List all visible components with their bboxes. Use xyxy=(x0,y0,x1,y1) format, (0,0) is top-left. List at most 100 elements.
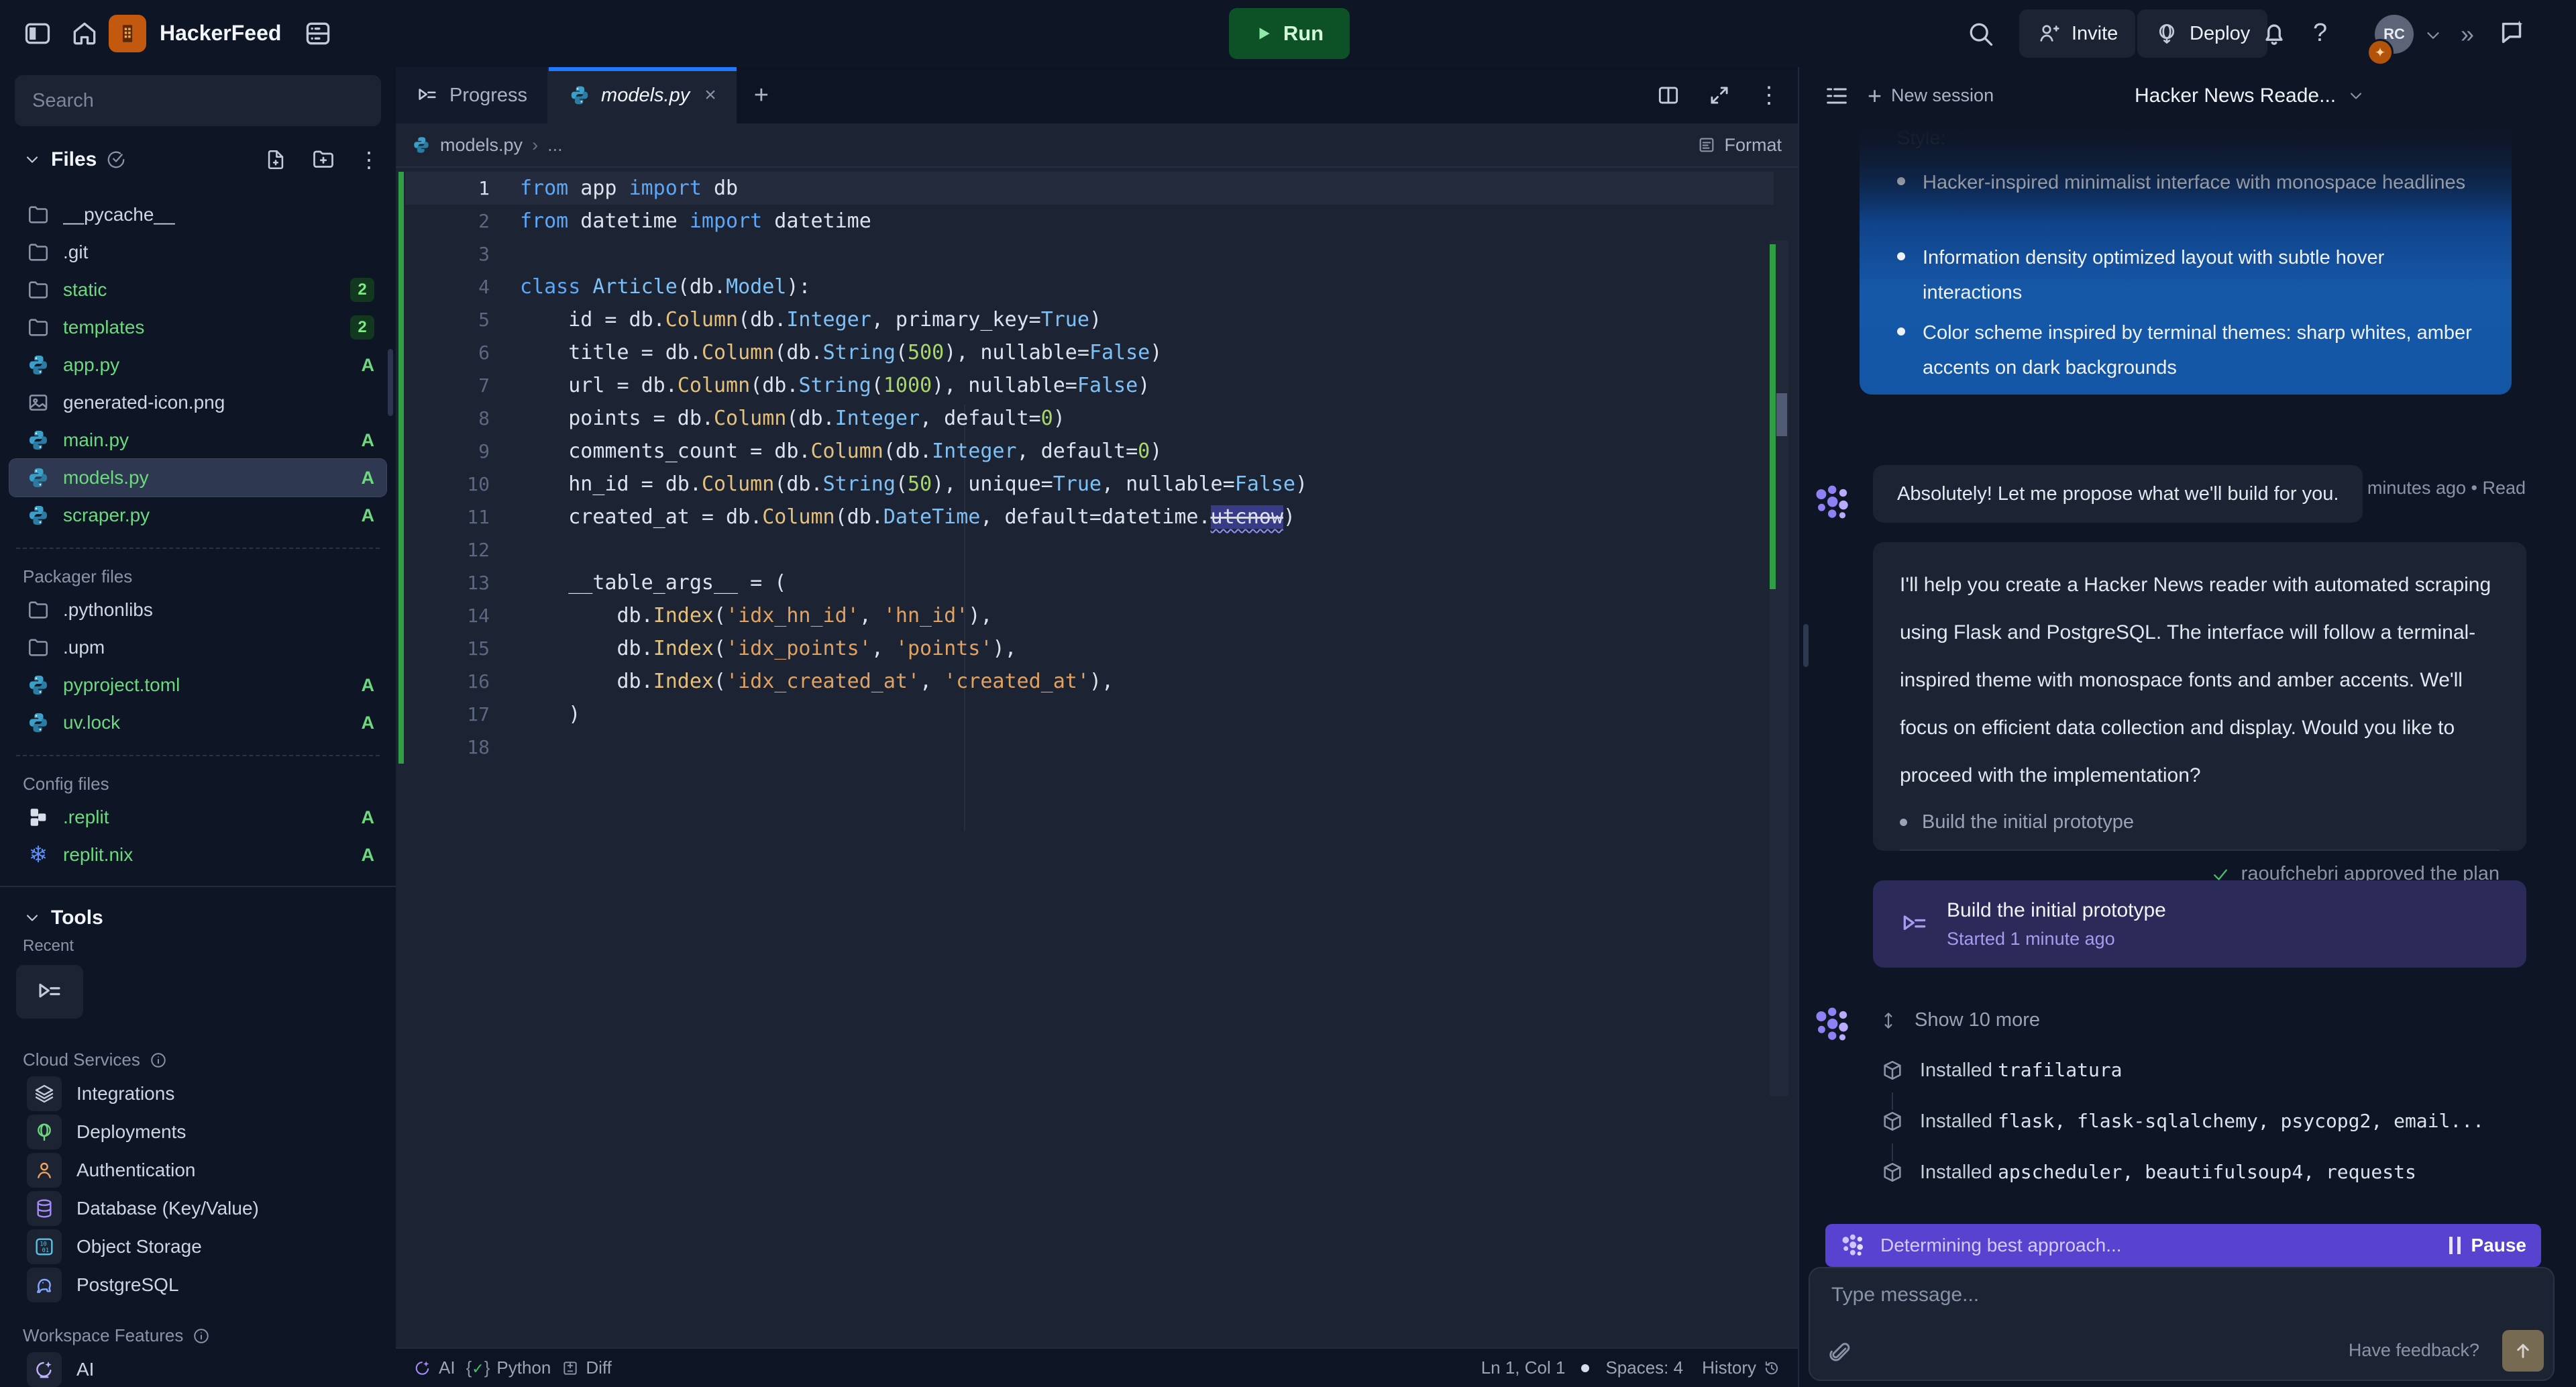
new-chat-icon[interactable] xyxy=(2497,17,2528,48)
show-more-button[interactable]: Show 10 more xyxy=(1878,1009,2040,1031)
breadcrumb-more[interactable]: ... xyxy=(547,135,563,156)
file-row[interactable]: app.py A xyxy=(9,346,386,384)
help-icon[interactable]: ? xyxy=(2313,19,2327,48)
split-pane-icon[interactable] xyxy=(1656,83,1681,108)
code-line[interactable]: 9 comments_count = db.Column(db.Integer,… xyxy=(396,435,1798,468)
code-line[interactable]: 17 ) xyxy=(396,698,1798,731)
chat-message-input[interactable] xyxy=(1830,1283,2436,1307)
status-diff[interactable]: Diff xyxy=(561,1357,612,1378)
search-input[interactable] xyxy=(15,90,381,112)
info-icon[interactable] xyxy=(150,1051,167,1069)
home-icon[interactable] xyxy=(70,19,99,48)
attach-paperclip-icon[interactable] xyxy=(1827,1341,1853,1366)
code-line[interactable]: 1from app import db xyxy=(396,172,1798,205)
tools-section-header[interactable]: Tools xyxy=(0,899,396,937)
new-session-button[interactable]: + New session xyxy=(1868,82,1994,110)
code-line[interactable]: 18 xyxy=(396,731,1798,764)
collapse-panel-icon[interactable]: » xyxy=(2461,20,2474,48)
tool-object-storage[interactable]: 1001 Object Storage xyxy=(9,1227,386,1266)
code-line[interactable]: 16 db.Index('idx_created_at', 'created_a… xyxy=(396,665,1798,698)
status-history[interactable]: History xyxy=(1702,1357,1780,1378)
file-row-selected[interactable]: models.py A xyxy=(9,459,386,497)
new-tab-icon[interactable]: + xyxy=(737,67,786,123)
status-ai[interactable]: AI xyxy=(413,1357,455,1378)
code-line[interactable]: 13 __table_args__ = ( xyxy=(396,566,1798,599)
search-icon[interactable] xyxy=(1966,19,1995,48)
new-folder-icon[interactable] xyxy=(311,148,335,172)
notifications-icon[interactable] xyxy=(2259,19,2289,48)
files-section-header[interactable]: Files ⋮ xyxy=(0,141,396,178)
code-line[interactable]: 10 hn_id = db.Column(db.String(50), uniq… xyxy=(396,468,1798,501)
chat-input-card[interactable]: Have feedback? xyxy=(1809,1267,2555,1381)
project-title[interactable]: HackerFeed xyxy=(160,21,281,46)
deploy-button[interactable]: Deploy xyxy=(2137,9,2267,58)
expand-icon[interactable] xyxy=(1707,83,1732,108)
tab-progress[interactable]: Progress xyxy=(396,67,549,123)
history-clock-icon xyxy=(1763,1359,1780,1377)
code-line[interactable]: 7 url = db.Column(db.String(1000), nulla… xyxy=(396,369,1798,402)
file-row[interactable]: pyproject.toml A xyxy=(9,666,386,704)
code-line[interactable]: 2from datetime import datetime xyxy=(396,205,1798,238)
session-title: Hacker News Reade... xyxy=(2135,85,2336,107)
file-row[interactable]: __pycache__ xyxy=(9,196,386,234)
code-line[interactable]: 11 created_at = db.Column(db.DateTime, d… xyxy=(396,501,1798,533)
format-button[interactable]: Format xyxy=(1697,135,1782,156)
info-icon[interactable] xyxy=(193,1327,210,1345)
tool-integrations[interactable]: Integrations xyxy=(9,1074,386,1113)
run-button[interactable]: Run xyxy=(1229,8,1350,59)
recent-tool-console[interactable] xyxy=(16,965,83,1019)
project-app-icon[interactable] xyxy=(109,15,146,52)
breadcrumb-file[interactable]: models.py xyxy=(440,135,523,156)
send-button[interactable] xyxy=(2502,1330,2544,1372)
code-line[interactable]: 8 points = db.Column(db.Integer, default… xyxy=(396,402,1798,435)
tool-database[interactable]: Database (Key/Value) xyxy=(9,1189,386,1227)
code-area[interactable]: 1from app import db2from datetime import… xyxy=(396,168,1798,1347)
tab-models-py[interactable]: models.py × xyxy=(549,67,737,123)
installed-label: Installed xyxy=(1920,1162,1992,1183)
code-line[interactable]: 5 id = db.Column(db.Integer, primary_key… xyxy=(396,303,1798,336)
files-header-label: Files xyxy=(51,148,97,171)
sidebar-toggle-icon[interactable] xyxy=(23,19,52,48)
file-row[interactable]: .replit A xyxy=(9,799,386,836)
files-menu-icon[interactable]: ⋮ xyxy=(358,147,381,172)
file-row[interactable]: ❄ replit.nix A xyxy=(9,836,386,874)
feedback-link[interactable]: Have feedback? xyxy=(2349,1340,2479,1361)
status-cursor-position[interactable]: Ln 1, Col 1 xyxy=(1481,1357,1566,1378)
sidebar-scrollbar[interactable] xyxy=(388,349,393,416)
code-line[interactable]: 12 xyxy=(396,533,1798,566)
session-title-dropdown[interactable]: Hacker News Reade... xyxy=(2135,85,2365,107)
account-chevron-down-icon[interactable] xyxy=(2423,25,2443,46)
file-row[interactable]: .pythonlibs xyxy=(9,591,386,629)
file-row[interactable]: generated-icon.png xyxy=(9,384,386,421)
code-line[interactable]: 6 title = db.Column(db.String(500), null… xyxy=(396,336,1798,369)
chat-scrollbar[interactable] xyxy=(1803,624,1809,667)
status-language[interactable]: {✓} Python xyxy=(466,1357,551,1378)
file-row[interactable]: .upm xyxy=(9,629,386,666)
sessions-list-icon[interactable] xyxy=(1823,83,1850,109)
task-card[interactable]: Build the initial prototype Started 1 mi… xyxy=(1873,880,2526,968)
close-tab-icon[interactable]: × xyxy=(704,84,716,107)
new-file-icon[interactable] xyxy=(264,148,287,171)
file-row[interactable]: uv.lock A xyxy=(9,704,386,741)
pause-button[interactable]: Pause xyxy=(2449,1235,2527,1256)
tool-deployments[interactable]: Deployments xyxy=(9,1113,386,1151)
code-line[interactable]: 14 db.Index('idx_hn_id', 'hn_id'), xyxy=(396,599,1798,632)
code-line[interactable]: 4class Article(db.Model): xyxy=(396,270,1798,303)
workspace-layout-icon[interactable] xyxy=(303,19,333,48)
editor-scrollbar-thumb[interactable] xyxy=(1776,393,1787,436)
file-row[interactable]: templates 2 xyxy=(9,309,386,346)
python-file-icon xyxy=(27,466,50,489)
tool-postgresql[interactable]: PostgreSQL xyxy=(9,1266,386,1304)
editor-menu-icon[interactable]: ⋮ xyxy=(1758,82,1780,109)
file-row[interactable]: static 2 xyxy=(9,271,386,309)
code-line[interactable]: 15 db.Index('idx_points', 'points'), xyxy=(396,632,1798,665)
file-row[interactable]: scraper.py A xyxy=(9,497,386,534)
status-indentation[interactable]: Spaces: 4 xyxy=(1605,1357,1683,1378)
file-row[interactable]: .git xyxy=(9,234,386,271)
invite-button[interactable]: Invite xyxy=(2019,9,2135,58)
tool-authentication[interactable]: Authentication xyxy=(9,1151,386,1189)
search-box[interactable] xyxy=(15,75,381,126)
code-line[interactable]: 3 xyxy=(396,238,1798,270)
file-row[interactable]: main.py A xyxy=(9,421,386,459)
tool-ai[interactable]: AI xyxy=(9,1350,386,1387)
